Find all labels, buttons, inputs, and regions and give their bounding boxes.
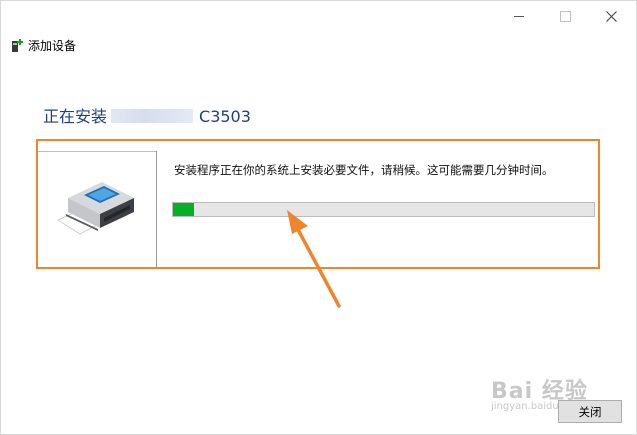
- maximize-button[interactable]: [551, 7, 579, 25]
- redacted-printer-name: [111, 109, 194, 123]
- minimize-icon: [514, 15, 524, 17]
- heading-prefix: 正在安装: [43, 107, 108, 126]
- minimize-button[interactable]: [505, 7, 533, 25]
- maximize-icon: [559, 10, 571, 22]
- heading-model: C3503: [199, 107, 251, 126]
- close-icon: [605, 10, 617, 22]
- annotation-arrow: [287, 210, 341, 308]
- dialog-window: 添加设备 正在安装 C3503 安装程序正在你的系统上安装必要文件，请稍候。这可能…: [0, 0, 637, 435]
- page-title: 正在安装 C3503: [43, 103, 251, 127]
- close-button[interactable]: 关闭: [558, 400, 622, 423]
- window-close-button[interactable]: [597, 7, 625, 25]
- add-device-icon: [12, 39, 23, 52]
- window-title: 添加设备: [28, 39, 77, 53]
